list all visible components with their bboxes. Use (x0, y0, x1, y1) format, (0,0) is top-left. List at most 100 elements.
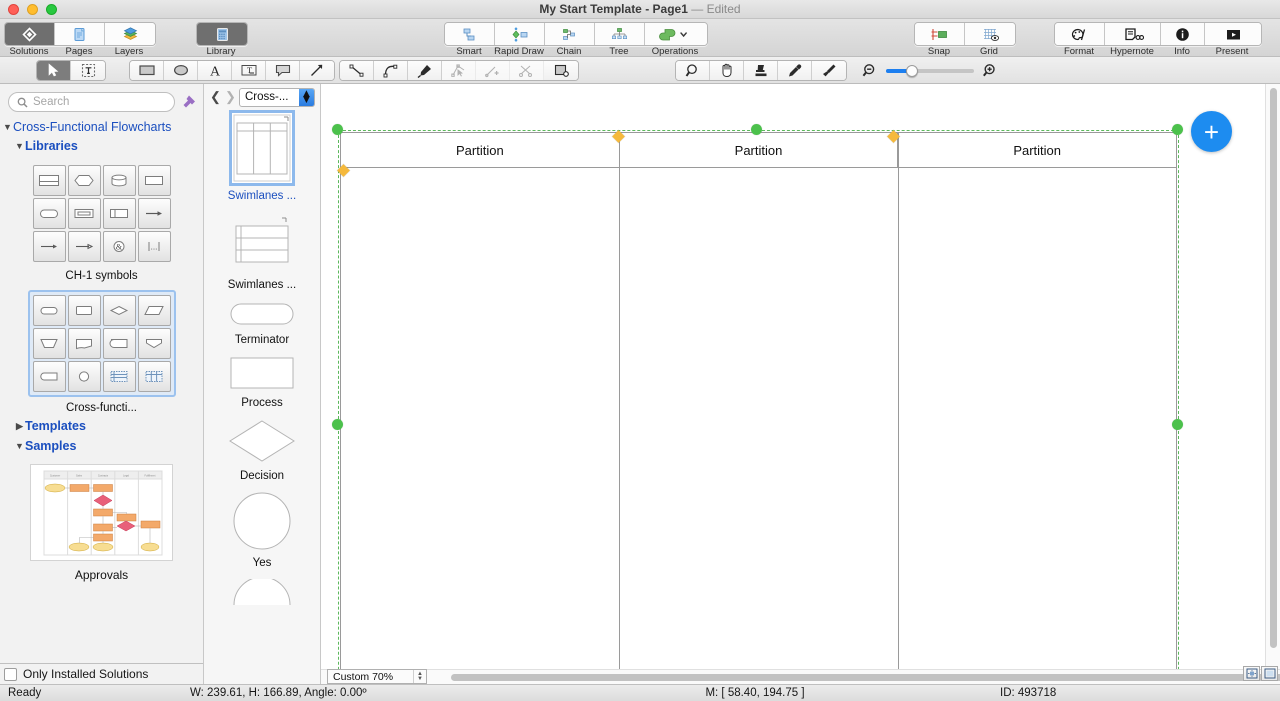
search-input[interactable] (33, 96, 166, 108)
library-item-thumbnail[interactable] (229, 301, 295, 327)
library-item-decision[interactable]: Decision (204, 419, 320, 482)
pen-tool-icon[interactable] (408, 61, 442, 80)
add-point-tool-icon[interactable] (476, 61, 510, 80)
library-item-yes[interactable]: Yes (204, 492, 320, 569)
swimlane-object[interactable]: Partition Partition Partition (321, 84, 1280, 684)
library-item-thumbnail[interactable] (232, 113, 292, 183)
disclosure-triangle-down-icon[interactable]: ▼ (14, 441, 25, 451)
shape-cell-rectangle-icon[interactable] (138, 165, 171, 196)
selection-handle-middle-left[interactable] (332, 419, 343, 430)
swimlane-body[interactable]: Partition Partition Partition (340, 132, 1177, 684)
only-installed-solutions-row[interactable]: Only Installed Solutions (0, 663, 203, 684)
text-select-tool-icon[interactable] (71, 61, 105, 80)
shape-cell-document-icon[interactable] (68, 328, 101, 359)
search-field[interactable] (8, 92, 175, 112)
shape-cell-rounded-rectangle-icon[interactable] (33, 198, 66, 229)
toolbar-button-solutions[interactable] (5, 23, 55, 45)
library-item-next-partial[interactable] (204, 579, 320, 605)
toolbar-button-pages[interactable] (55, 23, 105, 45)
shape-cell-arrow-thin-icon[interactable] (33, 231, 66, 262)
toolbar-button-present[interactable] (1205, 23, 1261, 45)
shape-cell-trapezoid-icon[interactable] (33, 328, 66, 359)
shape-cell-swimlanes-rows-icon[interactable] (103, 361, 136, 392)
shape-cell-circle-icon[interactable] (68, 361, 101, 392)
swimlane-partition-header[interactable]: Partition (620, 133, 899, 167)
view-mode-buttons[interactable] (1243, 666, 1278, 681)
callout-tool-icon[interactable] (266, 61, 300, 80)
shape-grid[interactable]: & ... (30, 162, 174, 265)
sample-thumbnail-approvals[interactable]: CustomerSalesContractsLegalFulfillment (30, 464, 173, 561)
toolbar-button-operations[interactable] (645, 23, 707, 45)
library-item-process[interactable]: Process (204, 356, 320, 409)
library-selector[interactable]: Cross-... ▲▼ (239, 88, 315, 107)
chevron-right-icon[interactable]: ❯ (224, 89, 237, 105)
disclosure-triangle-down-icon[interactable]: ▼ (2, 122, 13, 132)
arc-tool-icon[interactable] (374, 61, 408, 80)
shape-cell-card-icon[interactable] (103, 328, 136, 359)
shape-cell-tape-icon[interactable] (33, 361, 66, 392)
shape-cell-arrow-outline-icon[interactable] (68, 231, 101, 262)
shape-cell-cylinder-icon[interactable] (103, 165, 136, 196)
library-item-thumbnail[interactable] (231, 579, 293, 605)
library-group-cross-functional[interactable]: Cross-functi... (0, 284, 203, 416)
shape-cell-hexagon-icon[interactable] (68, 165, 101, 196)
library-item-thumbnail[interactable] (229, 356, 295, 390)
scrollbar-thumb[interactable] (451, 674, 1280, 681)
toolbar-button-snap[interactable] (915, 23, 965, 45)
shape-cell-banded-process-icon[interactable] (33, 165, 66, 196)
pin-icon[interactable] (181, 94, 197, 110)
zoom-tool-icon[interactable] (676, 61, 710, 80)
zoom-slider-control[interactable] (862, 63, 998, 78)
shape-cell-inverted-triangle-icon[interactable] (138, 328, 171, 359)
canvas-horizontal-scrollbar[interactable] (321, 669, 1280, 684)
fit-page-icon[interactable] (1243, 666, 1260, 681)
swimlane-partition-header[interactable]: Partition (341, 133, 620, 167)
text-tool-icon[interactable]: A (198, 61, 232, 80)
shape-cell-split-rectangle-icon[interactable] (103, 198, 136, 229)
line-tool-icon[interactable] (340, 61, 374, 80)
swimlane-divider[interactable] (898, 133, 899, 684)
selection-handle-top-right[interactable] (1172, 124, 1183, 135)
mask-tool-icon[interactable] (544, 61, 578, 80)
toolbar-button-layers[interactable] (105, 23, 155, 45)
snap-segmented-control[interactable] (914, 22, 1016, 46)
shape-grid-selected[interactable] (28, 290, 176, 397)
ellipse-tool-icon[interactable] (164, 61, 198, 80)
toolbar-button-chain[interactable] (545, 23, 595, 45)
hand-tool-icon[interactable] (710, 61, 744, 80)
toolbar-button-smart[interactable] (445, 23, 495, 45)
shape-cell-nested-rectangle-icon[interactable] (68, 198, 101, 229)
zoom-slider-thumb[interactable] (906, 65, 918, 77)
library-item-thumbnail[interactable] (231, 492, 293, 550)
library-segmented-control[interactable] (196, 22, 248, 46)
shape-cell-decision-icon[interactable] (103, 295, 136, 326)
library-item-terminator[interactable]: Terminator (204, 301, 320, 346)
sidebar-item-libraries[interactable]: ▼ Libraries (0, 136, 203, 156)
shape-cell-arrow-icon[interactable] (138, 198, 171, 229)
toolbar-button-format[interactable] (1055, 23, 1105, 45)
shape-cell-and-junction-icon[interactable]: & (103, 231, 136, 262)
sidebar-item-samples[interactable]: ▼ Samples (0, 436, 203, 456)
selection-handle-top-left[interactable] (332, 124, 343, 135)
library-group-ch1[interactable]: & ... CH-1 symbols (0, 156, 203, 284)
zoom-stepper-icon[interactable]: ▲▼ (413, 670, 426, 683)
zoom-in-icon[interactable] (981, 63, 998, 78)
only-installed-solutions-checkbox[interactable] (4, 668, 17, 681)
pointer-tool-icon[interactable] (37, 61, 71, 80)
swimlane-header-row[interactable]: Partition Partition Partition (341, 133, 1176, 168)
shape-cell-terminator-icon[interactable] (33, 295, 66, 326)
path-tool-group[interactable] (339, 60, 579, 81)
selection-handle-middle-right[interactable] (1172, 419, 1183, 430)
cut-path-tool-icon[interactable] (510, 61, 544, 80)
zoom-level-field[interactable]: Custom 70% ▲▼ (327, 669, 427, 684)
inspector-segmented-control[interactable] (1054, 22, 1262, 46)
zoom-slider-track[interactable] (886, 64, 974, 77)
toolbar-button-tree[interactable] (595, 23, 645, 45)
swimlane-partition-header[interactable]: Partition (898, 133, 1176, 167)
select-tool-group[interactable] (36, 60, 106, 81)
toolbar-button-info[interactable] (1161, 23, 1205, 45)
zoom-out-icon[interactable] (862, 63, 879, 78)
canvas-vertical-scrollbar[interactable] (1265, 84, 1280, 670)
draw-segmented-control[interactable] (444, 22, 708, 46)
library-item-thumbnail[interactable] (228, 419, 296, 463)
